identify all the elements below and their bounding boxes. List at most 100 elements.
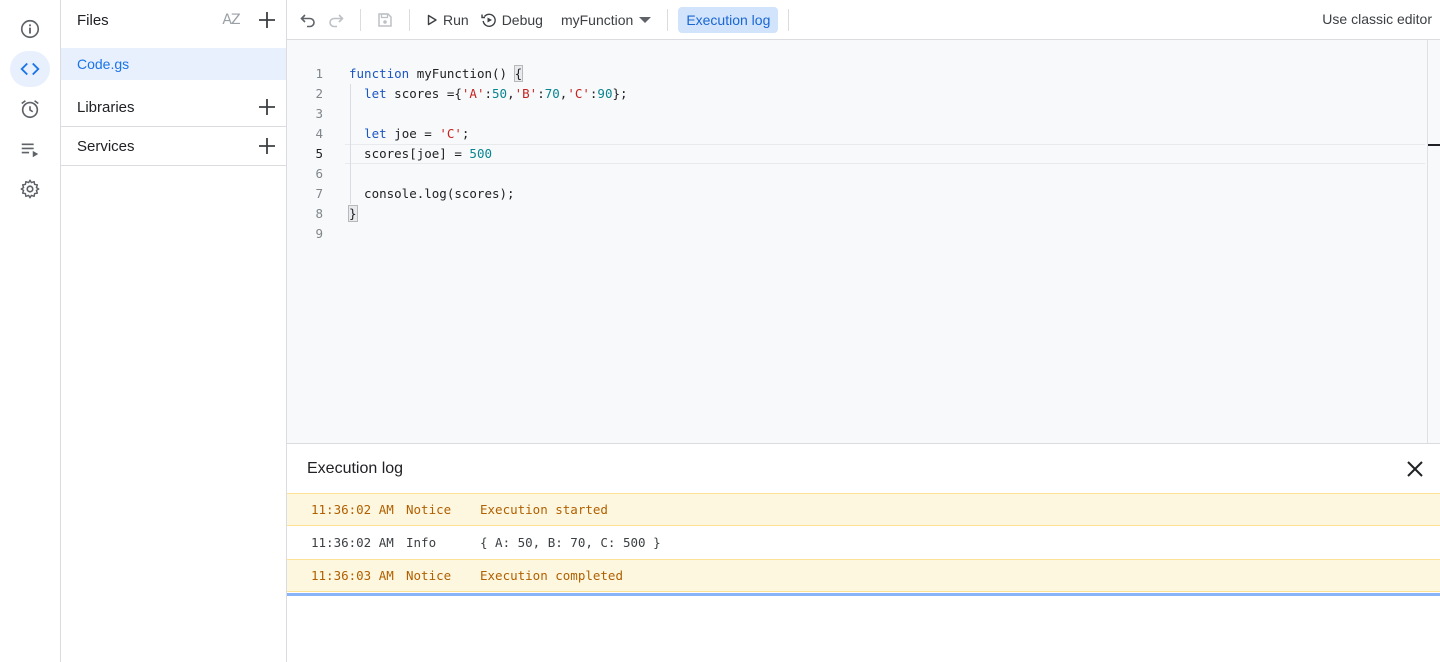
redo-icon (329, 13, 344, 27)
code-text: joe = (386, 126, 440, 141)
caret-down-icon (639, 16, 652, 23)
log-time: 11:36:02 AM (311, 535, 394, 550)
execution-log-toggle[interactable]: Execution log (678, 6, 779, 33)
log-level: Notice (406, 568, 452, 583)
plus-icon (259, 12, 275, 28)
files-panel: Files AZ Code.gs Libraries Services (61, 0, 287, 662)
function-select[interactable]: myFunction (555, 6, 657, 34)
log-row: 11:36:02 AM Notice Execution started (287, 493, 1440, 526)
code-keyword: function (349, 66, 410, 81)
toolbar-divider (409, 8, 410, 31)
code-icon (20, 62, 40, 76)
code-line: } (348, 204, 358, 224)
close-icon[interactable] (1406, 460, 1424, 478)
code-text: }; (612, 86, 628, 101)
code-number: 70 (544, 86, 560, 101)
log-time: 11:36:03 AM (311, 568, 394, 583)
executions-button[interactable] (10, 131, 50, 167)
code-text: scores ={ (386, 86, 462, 101)
services-section: Services (61, 127, 287, 166)
code-line: console.log(scores); (349, 184, 515, 204)
log-message: Execution completed (480, 568, 623, 583)
run-label: Run (443, 11, 469, 28)
log-row: 11:36:02 AM Info { A: 50, B: 70, C: 500 … (287, 526, 1440, 559)
execution-log-title: Execution log (307, 460, 404, 477)
code-text: console.log(scores); (349, 186, 515, 201)
overview-button[interactable] (10, 11, 50, 47)
playlist-play-icon (21, 143, 39, 158)
debug-button[interactable]: Debug (475, 6, 549, 34)
toolbar-divider (360, 8, 361, 31)
line-number: 8 (315, 206, 323, 221)
code-keyword: let (364, 126, 387, 141)
code-text: ; (461, 126, 470, 141)
alarm-clock-icon (21, 100, 39, 119)
log-message: Execution started (480, 502, 608, 517)
undo-icon (300, 13, 315, 27)
code-line: function myFunction() { (349, 64, 524, 84)
services-label: Services (77, 137, 135, 155)
code-string: 'C' (439, 126, 462, 141)
libraries-label: Libraries (77, 98, 135, 116)
save-icon (378, 12, 392, 27)
add-service-button[interactable] (251, 130, 283, 162)
sort-az-icon[interactable]: AZ (215, 4, 247, 36)
editor-button[interactable] (10, 51, 50, 87)
line-number: 4 (315, 126, 323, 141)
toolbar-divider (788, 8, 790, 31)
code-line: scores[joe] = 500 (349, 144, 492, 164)
log-progress-bar (287, 593, 1440, 596)
plus-icon (259, 138, 275, 154)
code-editor[interactable]: 1 2 3 4 5 6 7 8 9 function myFunction() … (287, 40, 1440, 443)
line-number: 7 (315, 186, 323, 201)
line-number: 1 (315, 66, 323, 81)
plus-icon (259, 99, 275, 115)
add-file-button[interactable] (251, 4, 283, 36)
project-settings-button[interactable] (10, 171, 50, 207)
code-keyword: let (364, 86, 387, 101)
redo-button[interactable] (322, 6, 350, 34)
overview-ruler[interactable] (1427, 40, 1428, 443)
line-number: 6 (315, 166, 323, 181)
run-button[interactable]: Run (420, 6, 475, 34)
code-text: scores[joe] = (349, 146, 470, 161)
debug-icon (480, 13, 496, 27)
debug-label: Debug (501, 11, 543, 28)
left-rail (0, 0, 61, 662)
line-number: 9 (315, 226, 323, 241)
function-select-value: myFunction (560, 11, 634, 28)
editor-toolbar: Run Debug myFunction Execution log Use c… (287, 0, 1440, 40)
add-library-button[interactable] (251, 91, 283, 123)
gear-icon (20, 179, 40, 199)
code-brace: } (348, 205, 358, 222)
line-number: 5 (315, 146, 323, 161)
file-item-code-gs[interactable]: Code.gs (61, 48, 286, 80)
log-row: 11:36:03 AM Notice Execution completed (287, 559, 1440, 592)
code-number: 500 (469, 146, 492, 161)
code-number: 50 (492, 86, 508, 101)
info-icon (20, 19, 40, 39)
code-brace: { (513, 65, 524, 82)
files-header: Files AZ (61, 0, 287, 40)
cursor-position-marker (1428, 144, 1440, 146)
undo-button[interactable] (294, 6, 322, 34)
use-classic-editor-button[interactable]: Use classic editor (1322, 11, 1432, 27)
triggers-button[interactable] (10, 91, 50, 127)
toolbar-divider (667, 8, 669, 31)
save-button[interactable] (371, 6, 399, 34)
code-text: : (537, 86, 545, 101)
code-line: let scores ={'A':50,'B':70,'C':90}; (349, 84, 628, 104)
code-text: myFunction() (409, 66, 515, 81)
play-icon (427, 14, 437, 25)
line-number: 3 (315, 106, 323, 121)
code-text: , (507, 86, 515, 101)
log-time: 11:36:02 AM (311, 502, 394, 517)
log-message: { A: 50, B: 70, C: 500 } (480, 535, 661, 550)
libraries-section: Libraries (61, 88, 287, 127)
log-level: Info (406, 535, 437, 550)
current-line-highlight (345, 144, 1425, 164)
line-number: 2 (315, 86, 323, 101)
code-string: 'B' (514, 86, 538, 101)
code-line: let joe = 'C'; (349, 124, 469, 144)
